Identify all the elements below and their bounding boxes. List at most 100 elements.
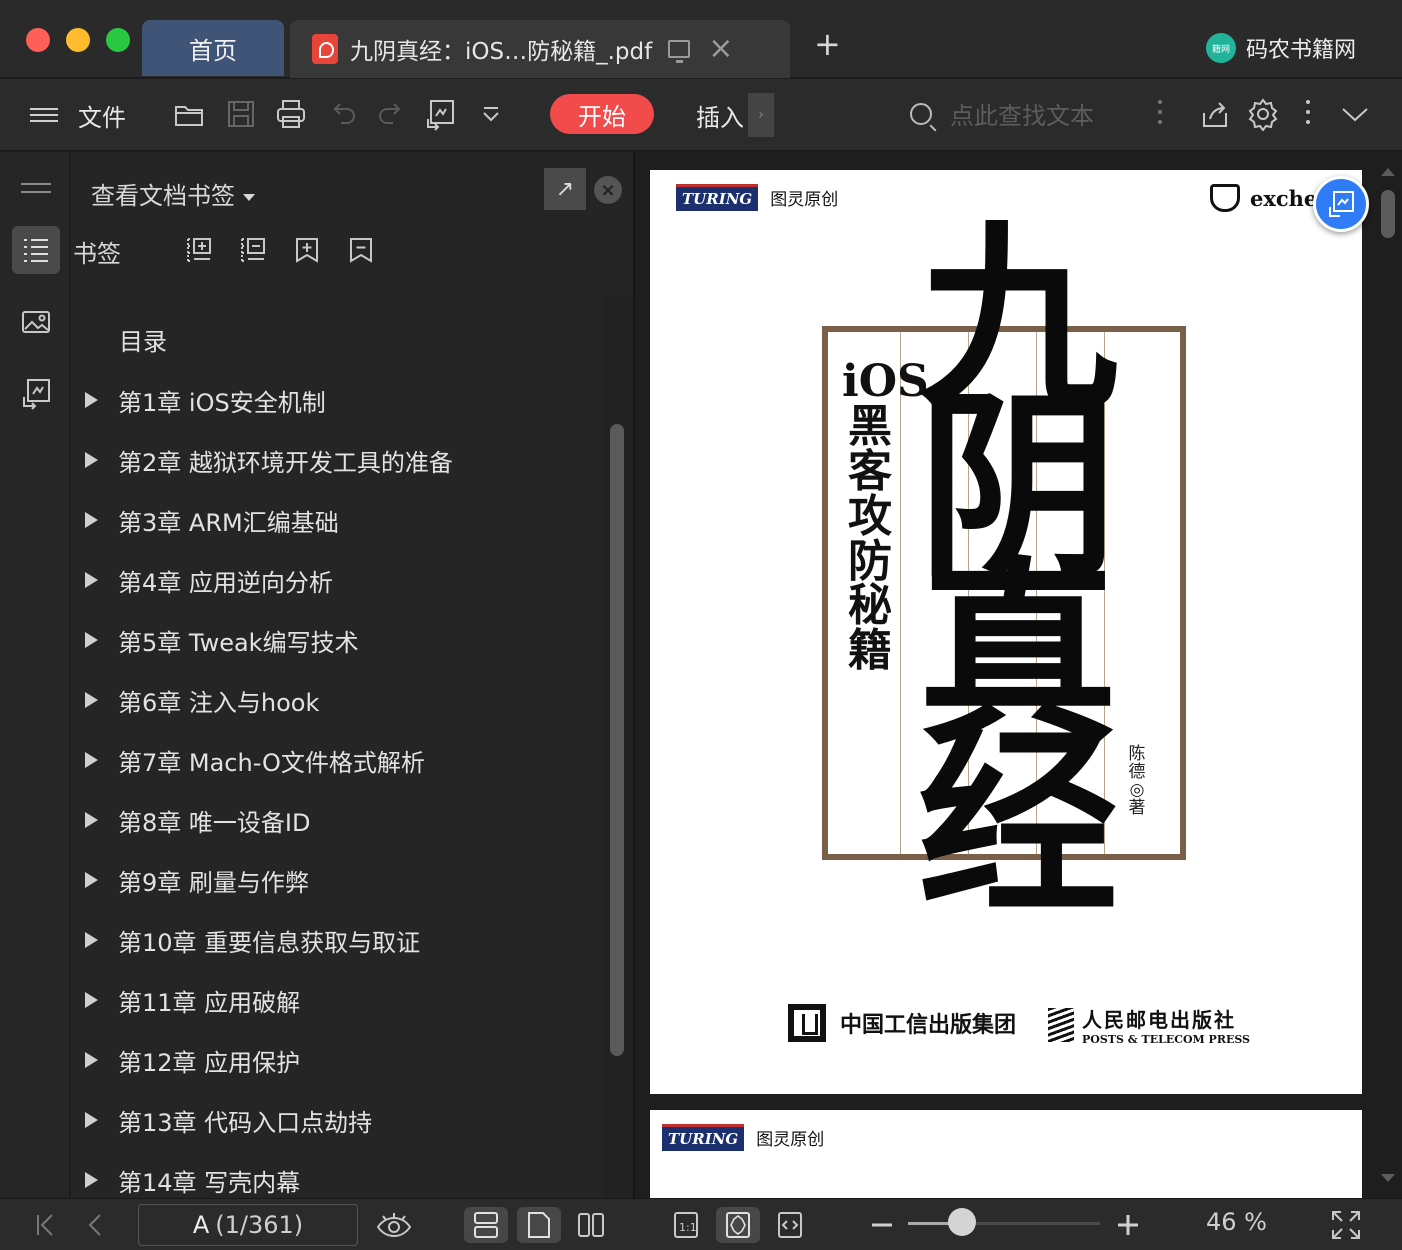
toc-item-label: 第8章 唯一设备ID	[118, 808, 311, 837]
collapse-all-icon[interactable]	[239, 236, 267, 264]
toc-item[interactable]: 第13章 代码入口点劫持	[85, 1100, 372, 1140]
tab-document[interactable]: 九阴真经：iOS…防秘籍_.pdf ×	[290, 20, 790, 78]
toc-item[interactable]: 第8章 唯一设备ID	[85, 800, 310, 840]
expand-arrow-icon[interactable]	[85, 572, 98, 588]
convert-document-icon[interactable]	[424, 96, 458, 132]
bookmark-panel: 查看文档书签 ↗ × 书签 目录 第1章 iOS安全机制 第2章 越狱环境开发工…	[71, 152, 633, 1198]
toc-item[interactable]: 第9章 刷量与作弊	[85, 860, 309, 900]
first-page-icon[interactable]	[30, 1207, 60, 1243]
expand-arrow-icon[interactable]	[85, 932, 98, 948]
bookmarks-list-icon[interactable]	[12, 226, 60, 274]
search-placeholder: 点此查找文本	[950, 102, 1094, 130]
undo-icon[interactable]	[326, 96, 360, 132]
publisher-logo-icon	[1048, 1008, 1074, 1042]
redo-icon[interactable]	[374, 96, 408, 132]
eye-protection-icon[interactable]	[372, 1207, 416, 1243]
expand-arrow-icon[interactable]	[85, 812, 98, 828]
share-icon[interactable]	[1198, 96, 1232, 132]
toc-item[interactable]: 第5章 Tweak编写技术	[85, 620, 359, 660]
toc-item[interactable]: 第11章 应用破解	[85, 980, 300, 1020]
expand-arrow-icon[interactable]	[85, 512, 98, 528]
toc-item[interactable]: 第6章 注入与hook	[85, 680, 319, 720]
toc-item[interactable]: 第10章 重要信息获取与取证	[85, 920, 420, 960]
toc-item[interactable]: 第3章 ARM汇编基础	[85, 500, 339, 540]
collapse-sidebar-icon[interactable]	[12, 164, 60, 212]
expand-arrow-icon[interactable]	[85, 752, 98, 768]
expand-all-icon[interactable]	[185, 236, 213, 264]
customize-toolbar-icon[interactable]	[476, 96, 506, 132]
shield-icon	[1210, 184, 1240, 212]
bookmark-view-dropdown[interactable]: 查看文档书签	[91, 176, 255, 211]
single-page-icon[interactable]	[517, 1207, 561, 1243]
toc-item[interactable]: 第14章 写壳内幕	[85, 1160, 300, 1198]
file-menu[interactable]: 文件	[78, 97, 126, 133]
expand-arrow-icon[interactable]	[85, 392, 98, 408]
close-tab-icon[interactable]: ×	[708, 34, 733, 64]
open-folder-icon[interactable]	[172, 96, 206, 132]
insert-tab-button[interactable]: 插入	[696, 97, 744, 133]
zoom-percentage[interactable]: 46 %	[1206, 1208, 1267, 1236]
toc-item[interactable]: 第7章 Mach-O文件格式解析	[85, 740, 425, 780]
status-bar: A (1/361) 1:1	[0, 1198, 1402, 1250]
zoom-window-button[interactable]	[106, 28, 130, 52]
new-tab-button[interactable]: +	[814, 28, 841, 60]
zoom-out-icon[interactable]	[866, 1207, 898, 1243]
floating-extract-button[interactable]	[1313, 176, 1369, 232]
zoom-slider-thumb[interactable]	[947, 1208, 976, 1236]
tab-home[interactable]: 首页	[142, 20, 284, 76]
ribbon-scroll-right-icon[interactable]: ›	[748, 93, 774, 137]
search-text-field[interactable]: 点此查找文本	[910, 96, 1094, 131]
scroll-up-icon[interactable]	[1381, 168, 1395, 176]
fit-page-icon[interactable]	[716, 1207, 760, 1243]
close-window-button[interactable]	[26, 28, 50, 52]
scroll-down-icon[interactable]	[1381, 1174, 1395, 1182]
expand-arrow-icon[interactable]	[85, 992, 98, 1008]
menu-icon[interactable]	[30, 97, 58, 133]
page-count: (1/361)	[215, 1211, 304, 1239]
fit-width-icon[interactable]	[768, 1207, 812, 1243]
expand-arrow-icon[interactable]	[85, 692, 98, 708]
series-header: TURING 图灵原创	[662, 1124, 824, 1151]
pop-out-panel-icon[interactable]: ↗	[544, 168, 586, 210]
document-scrollbar[interactable]	[1377, 152, 1402, 1198]
zoom-in-icon[interactable]	[1112, 1207, 1144, 1243]
toc-item[interactable]: 第1章 iOS安全机制	[85, 380, 326, 420]
brand-account[interactable]: 籍网 码农书籍网	[1206, 32, 1356, 64]
series-name: 图灵原创	[756, 1130, 825, 1150]
print-icon[interactable]	[274, 96, 308, 132]
toc-item[interactable]: 第4章 应用逆向分析	[85, 560, 333, 600]
more-options-icon[interactable]	[1306, 100, 1310, 130]
series-name: 图灵原创	[770, 190, 839, 210]
delete-bookmark-icon[interactable]	[347, 236, 375, 264]
minimize-window-button[interactable]	[66, 28, 90, 52]
start-tab-button[interactable]: 开始	[550, 94, 654, 134]
document-scrollbar-thumb[interactable]	[1381, 190, 1395, 238]
thumbnails-image-icon[interactable]	[12, 298, 60, 346]
expand-arrow-icon[interactable]	[85, 1052, 98, 1068]
two-page-icon[interactable]	[569, 1207, 613, 1243]
toc-item[interactable]: 第12章 应用保护	[85, 1040, 300, 1080]
continuous-scroll-icon[interactable]	[464, 1207, 508, 1243]
expand-arrow-icon[interactable]	[85, 872, 98, 888]
page-number-input[interactable]: A (1/361)	[138, 1204, 358, 1246]
expand-arrow-icon[interactable]	[85, 1172, 98, 1188]
add-bookmark-icon[interactable]	[293, 236, 321, 264]
previous-page-icon[interactable]	[80, 1207, 110, 1243]
expand-arrow-icon[interactable]	[85, 1112, 98, 1128]
save-icon[interactable]	[224, 96, 258, 132]
publisher: 人民邮电出版社 POSTS & TELECOM PRESS	[1048, 1004, 1250, 1046]
expand-arrow-icon[interactable]	[85, 452, 98, 468]
toc-item[interactable]: 第2章 越狱环境开发工具的准备	[85, 440, 453, 480]
extract-page-icon[interactable]	[12, 370, 60, 418]
gear-icon[interactable]	[1246, 96, 1280, 132]
chevron-down-icon[interactable]	[1338, 96, 1372, 132]
close-panel-icon[interactable]: ×	[594, 176, 622, 204]
fullscreen-icon[interactable]	[1328, 1207, 1364, 1243]
panel-scrollbar-thumb[interactable]	[610, 424, 624, 1056]
toc-root-item[interactable]: 目录	[119, 322, 167, 357]
monitor-icon[interactable]	[668, 40, 691, 63]
actual-size-icon[interactable]: 1:1	[664, 1207, 708, 1243]
document-viewport[interactable]: TURING 图灵原创 exche iOS黑客攻防秘籍 九 阴 真 经 陈 德 …	[635, 152, 1402, 1198]
toc-item-label: 第12章 应用保护	[118, 1048, 301, 1077]
expand-arrow-icon[interactable]	[85, 632, 98, 648]
